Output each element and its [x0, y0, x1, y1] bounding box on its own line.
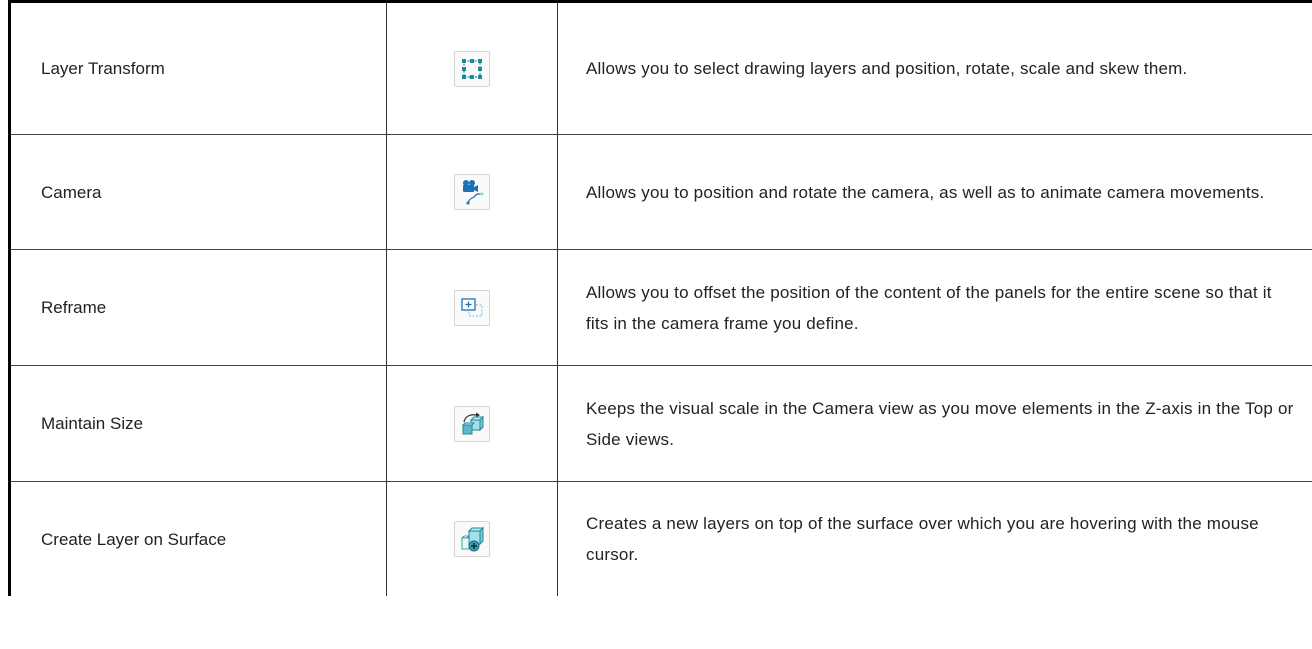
layer-transform-icon: [454, 50, 490, 87]
table-row: Camera Allows you to position and rotate…: [8, 134, 1312, 250]
tool-name: Maintain Size: [8, 365, 387, 482]
tool-description: Allows you to select drawing layers and …: [557, 3, 1312, 135]
reframe-icon: [454, 289, 490, 326]
table-row: Layer Transform Allows you to select dra…: [8, 3, 1312, 135]
tool-name: Reframe: [8, 249, 387, 366]
camera-icon: [454, 174, 490, 210]
tool-name: Create Layer on Surface: [8, 481, 387, 596]
tool-name: Camera: [8, 134, 387, 250]
tool-description: Keeps the visual scale in the Camera vie…: [557, 365, 1312, 482]
create-layer-on-surface-icon: [454, 521, 490, 557]
table-row: Create Layer on Surface Creates a new la…: [8, 481, 1312, 596]
tool-description: Allows you to offset the position of the…: [557, 249, 1312, 366]
tools-table: Layer Transform Allows you to select dra…: [8, 3, 1312, 596]
table-row: Maintain Size Keeps the visual scale in …: [8, 365, 1312, 482]
tool-description: Allows you to position and rotate the ca…: [557, 134, 1312, 250]
maintain-size-icon: [454, 405, 490, 442]
tools-table-frame: Layer Transform Allows you to select dra…: [8, 0, 1312, 649]
tool-description: Creates a new layers on top of the surfa…: [557, 481, 1312, 596]
tool-name: Layer Transform: [8, 3, 387, 135]
table-row: Reframe Allows you to offset the positio…: [8, 249, 1312, 366]
